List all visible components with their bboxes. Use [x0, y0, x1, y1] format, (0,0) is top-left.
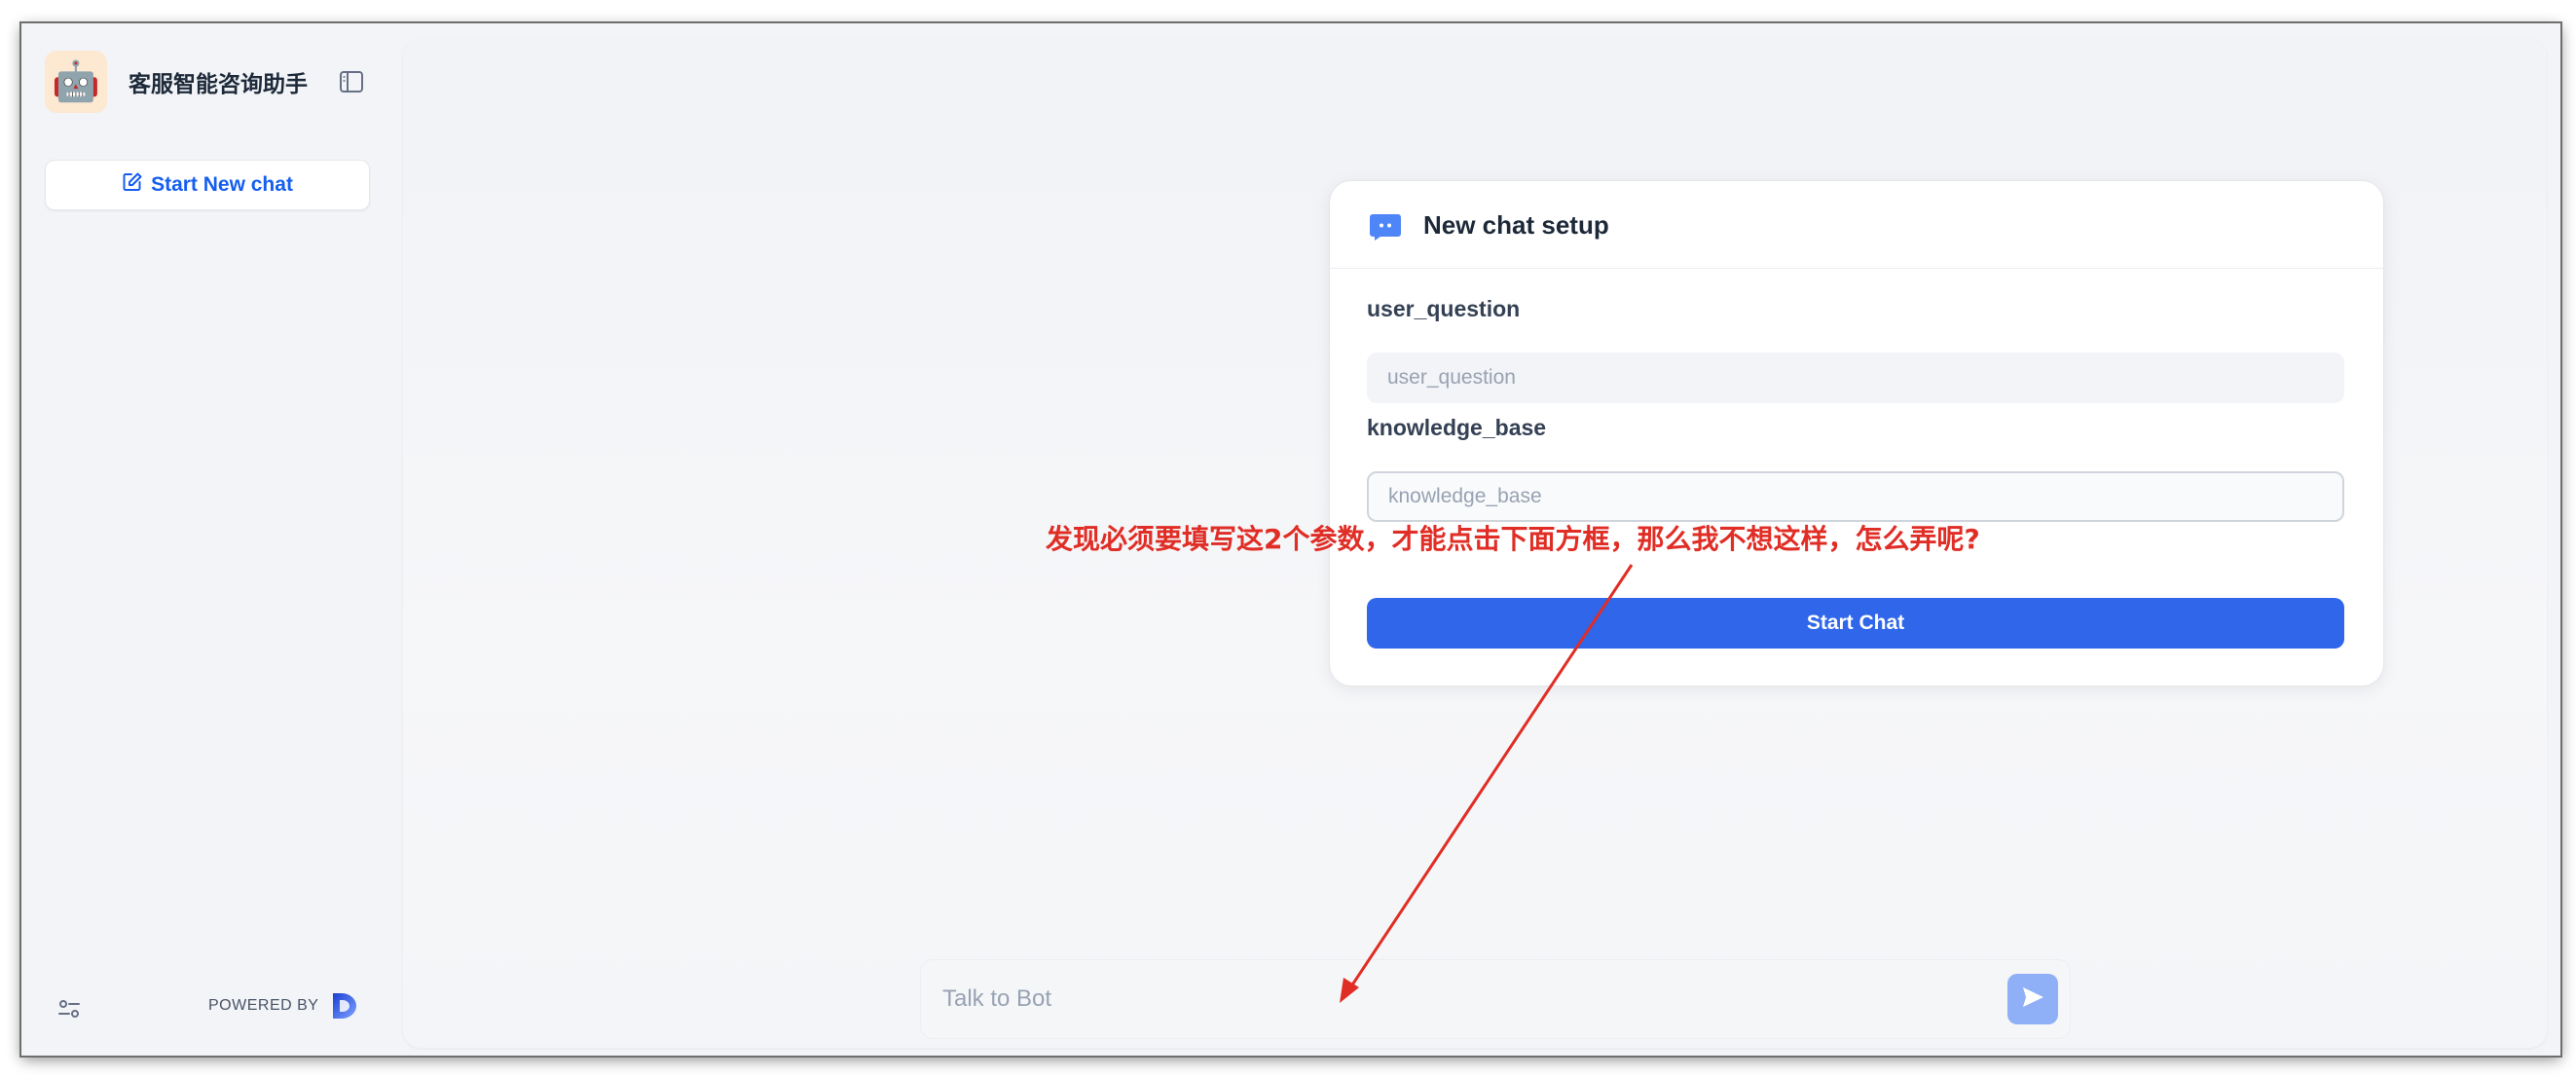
chat-bot-icon: [1369, 212, 1402, 241]
powered-by: POWERED BY: [208, 991, 359, 1021]
start-new-chat-label: Start New chat: [151, 173, 293, 196]
robot-avatar: 🤖: [45, 51, 107, 113]
card-title: New chat setup: [1423, 210, 1609, 240]
app-name: 客服智能咨询助手: [129, 71, 308, 96]
chat-input[interactable]: [921, 960, 1992, 1038]
edit-icon: [122, 171, 143, 199]
robot-icon: 🤖: [52, 60, 100, 103]
send-icon: [2020, 984, 2045, 1015]
brand-logo-icon: [330, 991, 359, 1021]
powered-by-label: POWERED BY: [208, 997, 319, 1014]
send-button[interactable]: [2007, 974, 2058, 1024]
main-header: [403, 39, 2547, 127]
user-question-label: user_question: [1367, 296, 1521, 321]
user-question-input[interactable]: [1367, 353, 2344, 403]
knowledge-base-input[interactable]: [1367, 471, 2344, 522]
knowledge-base-label: knowledge_base: [1367, 415, 1547, 440]
start-chat-button[interactable]: Start Chat: [1367, 598, 2344, 649]
card-header: New chat setup: [1330, 181, 2383, 269]
app-brand: 🤖 客服智能咨询助手: [45, 51, 308, 113]
chat-input-bar: [921, 960, 2070, 1038]
sidebar: 🤖 客服智能咨询助手 Start New chat POWERED BY: [21, 23, 401, 1056]
annotation-note: 发现必须要填写这2个参数，才能点击下面方框，那么我不想这样，怎么弄呢?: [1046, 523, 1980, 555]
settings-sliders-icon[interactable]: [56, 996, 82, 1021]
start-new-chat-button[interactable]: Start New chat: [45, 160, 370, 210]
new-chat-setup-card: New chat setup user_question knowledge_b…: [1330, 181, 2383, 686]
sidebar-toggle-icon[interactable]: [339, 69, 364, 94]
